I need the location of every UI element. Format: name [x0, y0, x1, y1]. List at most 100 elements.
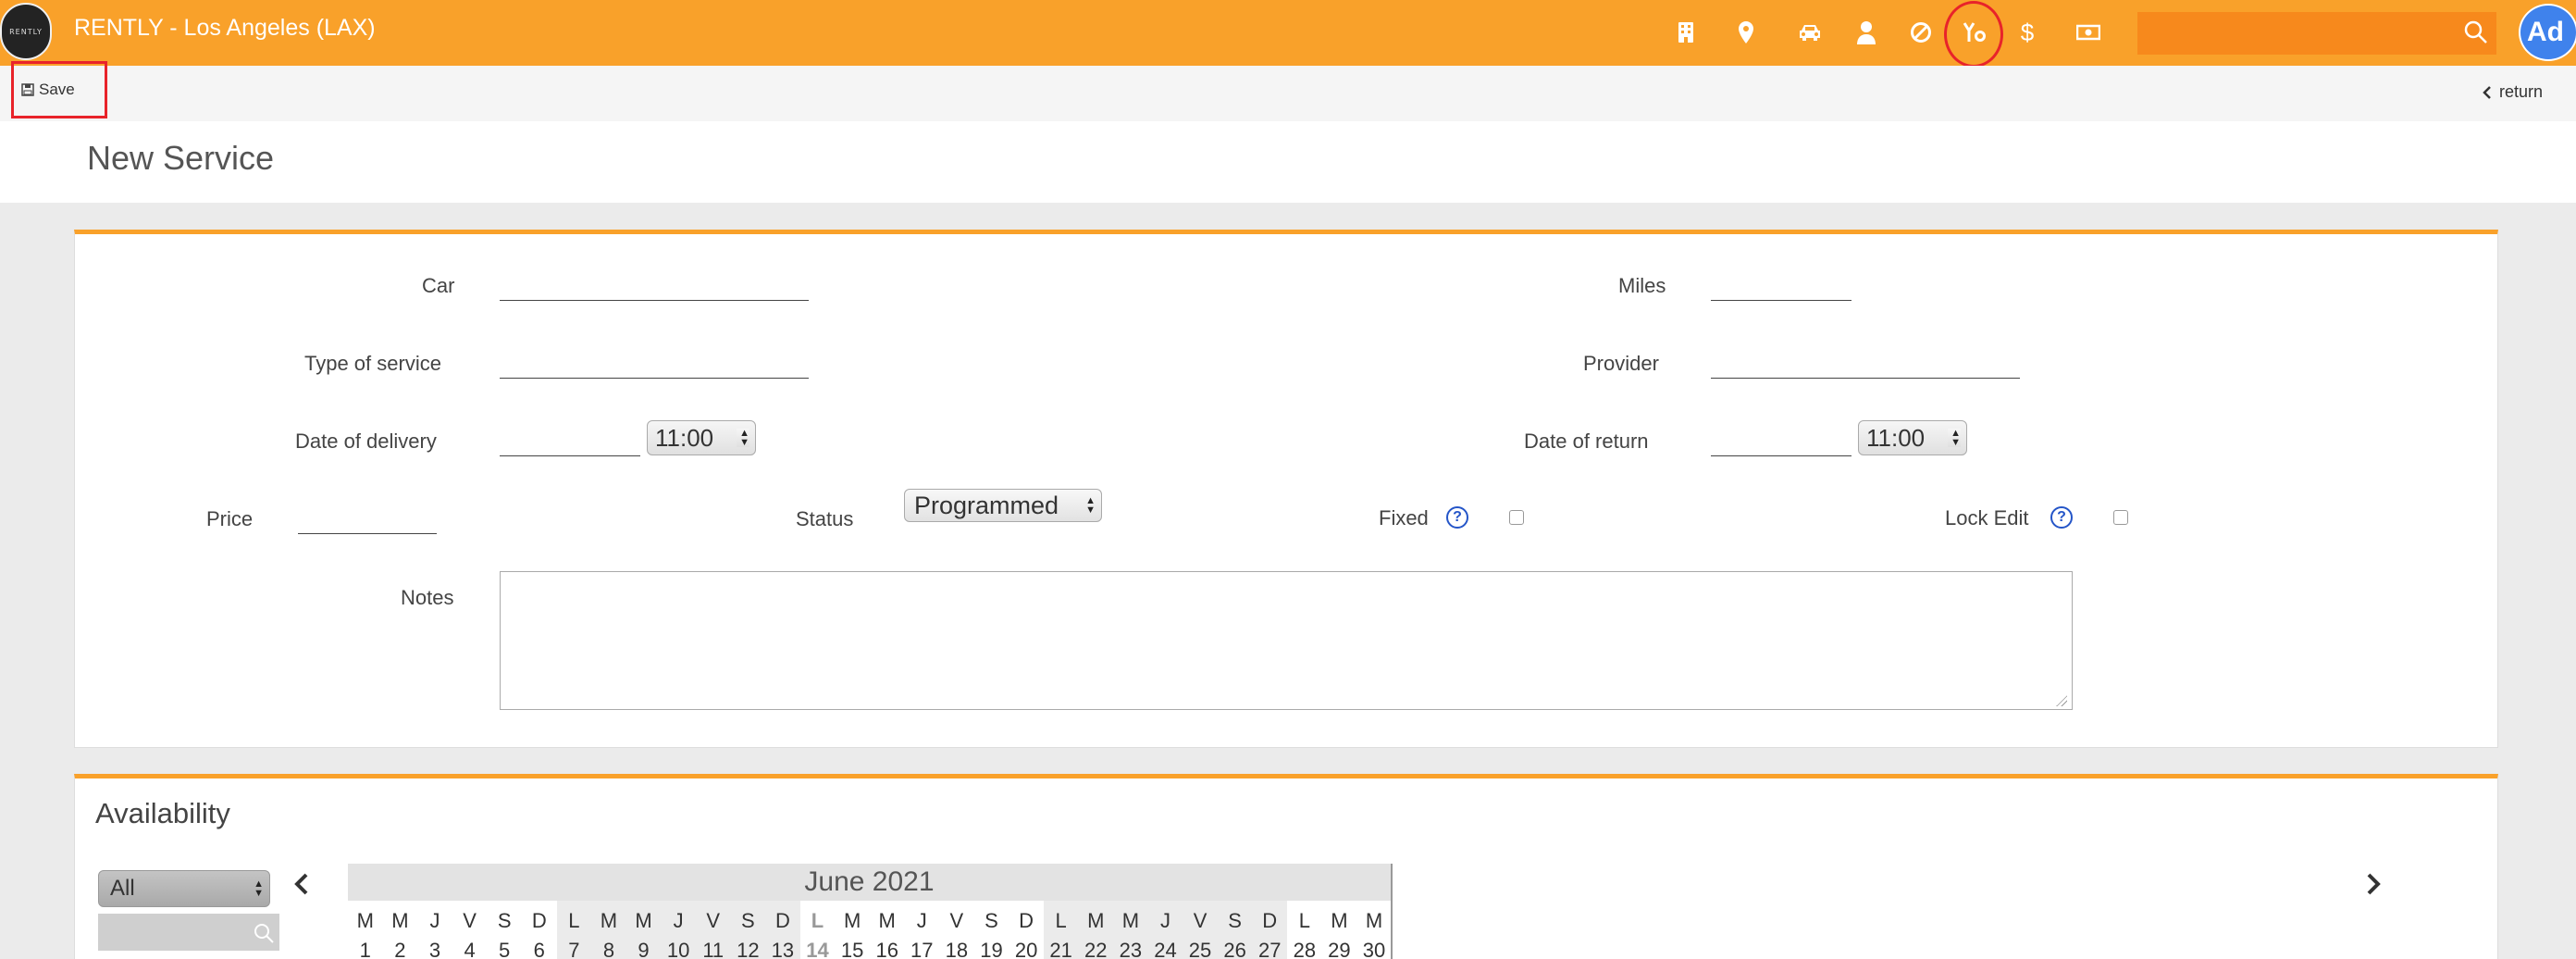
calendar-day-number: 6 — [533, 939, 545, 959]
search-icon[interactable] — [2463, 19, 2489, 49]
ban-icon[interactable] — [1905, 17, 1937, 48]
calendar-day-number: 13 — [771, 939, 795, 959]
calendar-day[interactable]: V 11 — [695, 901, 731, 959]
notes-textarea[interactable] — [500, 571, 2073, 710]
status-label: Status — [796, 507, 854, 530]
calendar-day[interactable]: D 13 — [765, 901, 800, 959]
car-field[interactable] — [500, 269, 809, 301]
map-pin-icon[interactable] — [1730, 17, 1762, 48]
availability-filter-select[interactable]: All ▲ ▼ — [98, 870, 270, 907]
calendar-day-number: 7 — [568, 939, 580, 959]
miles-field[interactable] — [1711, 269, 1852, 301]
cash-icon[interactable] — [2073, 17, 2104, 48]
calendar-day-number: 19 — [980, 939, 1003, 959]
calendar-day-number: 10 — [666, 939, 690, 959]
building-icon[interactable] — [1670, 17, 1702, 48]
price-field[interactable] — [298, 503, 437, 534]
select-arrows-icon: ▲ ▼ — [254, 878, 264, 899]
date-of-delivery-label: Date of delivery — [295, 430, 437, 453]
type-of-service-field[interactable] — [500, 347, 809, 379]
provider-field[interactable] — [1711, 347, 2020, 379]
car-label: Car — [422, 274, 455, 297]
top-bar: RENTLY RENTLY - Los Angeles (LAX) $ Ad — [0, 0, 2576, 68]
chevron-left-icon — [2483, 85, 2491, 99]
lock-edit-help-icon[interactable]: ? — [2050, 506, 2073, 529]
calendar-day[interactable]: J 24 — [1147, 901, 1183, 959]
calendar-weekday: V — [1193, 909, 1208, 932]
calendar-day[interactable]: S 19 — [974, 901, 1009, 959]
calendar-day[interactable]: S5 — [487, 901, 522, 959]
calendar-day[interactable]: L7 — [556, 901, 592, 959]
calendar-weekday: L — [568, 909, 580, 932]
calendar-day[interactable]: S 12 — [730, 901, 766, 959]
calendar-day-number: 4 — [464, 939, 476, 959]
calendar-weekday: J — [429, 909, 440, 932]
avatar[interactable]: Ad — [2519, 4, 2576, 61]
select-arrows-icon: ▲ ▼ — [1085, 495, 1096, 516]
calendar-day[interactable]: M2 — [383, 901, 418, 959]
calendar-day[interactable]: J 10 — [661, 901, 696, 959]
calendar-day[interactable]: L 28 — [1287, 901, 1322, 959]
calendar-day[interactable]: M 15 — [835, 901, 870, 959]
previous-month-chevron-icon[interactable] — [292, 872, 311, 900]
status-select[interactable]: Programmed ▲ ▼ — [904, 489, 1102, 522]
return-time-value: 11:00 — [1866, 423, 1926, 452]
calendar-weekday: M — [600, 909, 618, 932]
save-label: Save — [39, 81, 75, 98]
fixed-checkbox[interactable] — [1509, 510, 1524, 525]
app-logo[interactable]: RENTLY — [0, 3, 52, 60]
search-icon[interactable] — [253, 922, 275, 948]
calendar-day-number: 9 — [638, 939, 650, 959]
calendar-day[interactable]: D 20 — [1009, 901, 1044, 959]
calendar-day-number: 29 — [1328, 939, 1351, 959]
calendar-day-number: 17 — [910, 939, 934, 959]
return-time-select[interactable]: 11:00 ▲ ▼ — [1858, 420, 1967, 455]
price-label: Price — [206, 507, 254, 530]
calendar-day[interactable]: D6 — [522, 901, 557, 959]
calendar-weekday: J — [1159, 909, 1170, 932]
calendar-day[interactable]: M8 — [591, 901, 626, 959]
save-button[interactable]: Save — [11, 61, 107, 118]
resize-grip-icon[interactable] — [2056, 695, 2067, 706]
calendar-day[interactable]: D 27 — [1252, 901, 1288, 959]
calendar-day[interactable]: J 17 — [905, 901, 940, 959]
return-date-field[interactable] — [1711, 425, 1852, 456]
dollar-icon[interactable]: $ — [2012, 17, 2043, 48]
calendar-month: June 2021 — [348, 864, 1391, 901]
calendar-weekday: M — [635, 909, 652, 932]
return-label: return — [2499, 82, 2544, 101]
calendar-day[interactable]: M 30 — [1356, 901, 1392, 959]
calendar-day[interactable]: M 23 — [1113, 901, 1148, 959]
lock-edit-checkbox[interactable] — [2113, 510, 2128, 525]
fixed-help-icon[interactable]: ? — [1446, 506, 1468, 529]
calendar-day[interactable]: V 18 — [939, 901, 974, 959]
calendar-weekday: M — [1365, 909, 1383, 932]
person-icon[interactable] — [1851, 17, 1882, 48]
calendar-day[interactable]: M 16 — [870, 901, 905, 959]
calendar-day[interactable]: M1 — [348, 901, 383, 959]
calendar-weekday: V — [463, 909, 477, 932]
global-search-input[interactable] — [2137, 12, 2496, 55]
active-nav-highlight — [1944, 1, 2003, 68]
calendar-day-number: 30 — [1362, 939, 1386, 959]
calendar-day[interactable]: J3 — [417, 901, 452, 959]
calendar-day[interactable]: V4 — [452, 901, 488, 959]
calendar-day[interactable]: M 22 — [1078, 901, 1114, 959]
delivery-time-select[interactable]: 11:00 ▲ ▼ — [647, 420, 756, 455]
calendar-day[interactable]: M9 — [625, 901, 662, 959]
calendar-day[interactable]: L 21 — [1043, 901, 1079, 959]
type-of-service-label: Type of service — [304, 352, 441, 375]
calendar-day[interactable]: S 26 — [1217, 901, 1253, 959]
calendar-weekday: L — [1298, 909, 1310, 932]
next-month-chevron-icon[interactable] — [2364, 872, 2383, 900]
car-icon[interactable] — [1794, 17, 1826, 48]
calendar-day[interactable]: L 14 — [800, 901, 836, 959]
calendar-day-number: 24 — [1154, 939, 1177, 959]
calendar-day[interactable]: V 25 — [1183, 901, 1218, 959]
availability-title: Availability — [95, 797, 230, 829]
return-link[interactable]: return — [2483, 82, 2543, 102]
delivery-date-field[interactable] — [500, 425, 640, 456]
calendar-day[interactable]: M 29 — [1322, 901, 1357, 959]
calendar-day-number: 21 — [1049, 939, 1072, 959]
service-form: Car Miles Type of service Provider Date … — [74, 230, 2498, 748]
